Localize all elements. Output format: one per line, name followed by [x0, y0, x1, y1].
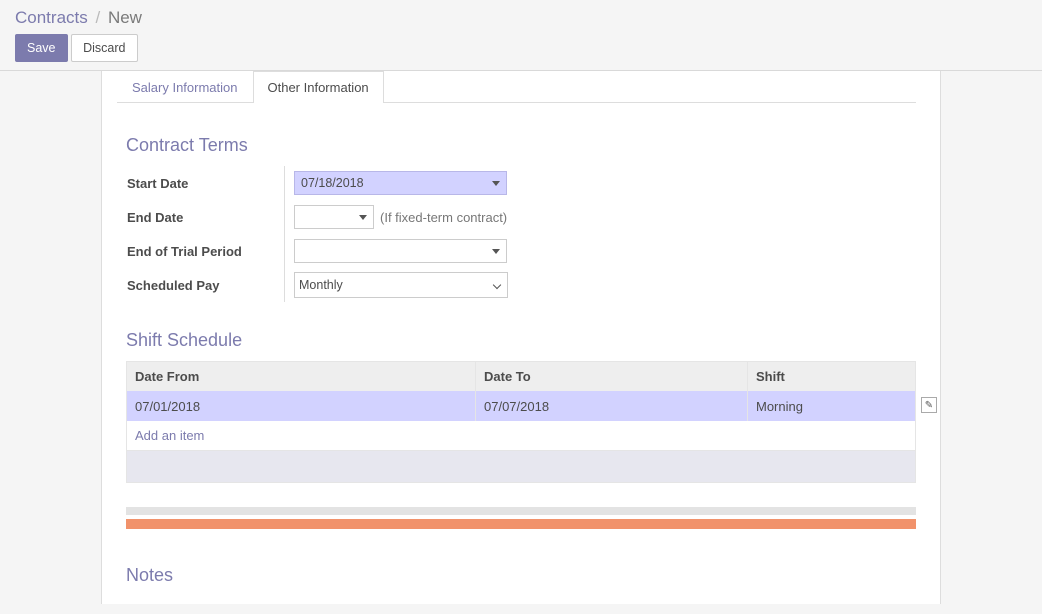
- table-row: 07/01/2018 07/07/2018 Morning ✎: [127, 391, 915, 421]
- chevron-down-icon: [359, 215, 367, 220]
- label-end-date: End Date: [127, 210, 284, 225]
- end-date-hint: (If fixed-term contract): [380, 210, 507, 225]
- col-date-from: Date From: [127, 362, 476, 391]
- add-an-item[interactable]: Add an item: [127, 421, 915, 450]
- breadcrumb: Contracts / New: [15, 8, 1027, 28]
- list-empty-zone: [127, 450, 915, 482]
- scheduled-pay-select[interactable]: Monthly: [294, 272, 508, 298]
- label-end-trial: End of Trial Period: [127, 244, 284, 259]
- chevron-down-icon: [492, 181, 500, 186]
- divider-bar-grey: [126, 507, 916, 515]
- chevron-down-icon: [492, 249, 500, 254]
- start-date-input[interactable]: 07/18/2018: [294, 171, 507, 195]
- breadcrumb-separator: /: [95, 8, 100, 27]
- shift-schedule-list: Date From Date To Shift 07/01/2018 07/07…: [126, 361, 916, 483]
- contract-terms-heading: Contract Terms: [126, 135, 916, 156]
- col-shift: Shift: [748, 362, 915, 391]
- scheduled-pay-value: Monthly: [299, 278, 343, 292]
- shift-schedule-heading: Shift Schedule: [126, 330, 916, 351]
- date-to-value: 07/07/2018: [484, 399, 549, 414]
- tab-salary-information[interactable]: Salary Information: [117, 71, 253, 103]
- external-edit-icon[interactable]: ✎: [921, 397, 937, 413]
- tab-other-information[interactable]: Other Information: [253, 71, 384, 103]
- chevron-down-icon: [493, 281, 501, 289]
- end-date-input[interactable]: [294, 205, 374, 229]
- control-panel: Contracts / New Save Discard: [0, 0, 1042, 71]
- date-from-cell[interactable]: 07/01/2018: [127, 391, 476, 421]
- date-to-cell[interactable]: 07/07/2018: [476, 391, 748, 421]
- breadcrumb-root[interactable]: Contracts: [15, 8, 88, 27]
- start-date-value: 07/18/2018: [301, 176, 364, 190]
- notebook-tabs: Salary Information Other Information: [117, 71, 916, 103]
- shift-cell[interactable]: Morning ✎: [748, 391, 915, 421]
- notes-heading: Notes: [126, 565, 916, 586]
- label-scheduled-pay: Scheduled Pay: [127, 278, 284, 293]
- shift-value: Morning: [756, 399, 803, 414]
- trial-date-input[interactable]: [294, 239, 507, 263]
- discard-button[interactable]: Discard: [71, 34, 137, 62]
- col-date-to: Date To: [476, 362, 748, 391]
- form-sheet: Salary Information Other Information Con…: [101, 71, 941, 604]
- date-from-value: 07/01/2018: [135, 399, 200, 414]
- breadcrumb-current: New: [108, 8, 142, 27]
- divider-bar-orange: [126, 519, 916, 529]
- label-start-date: Start Date: [127, 176, 284, 191]
- save-button[interactable]: Save: [15, 34, 68, 62]
